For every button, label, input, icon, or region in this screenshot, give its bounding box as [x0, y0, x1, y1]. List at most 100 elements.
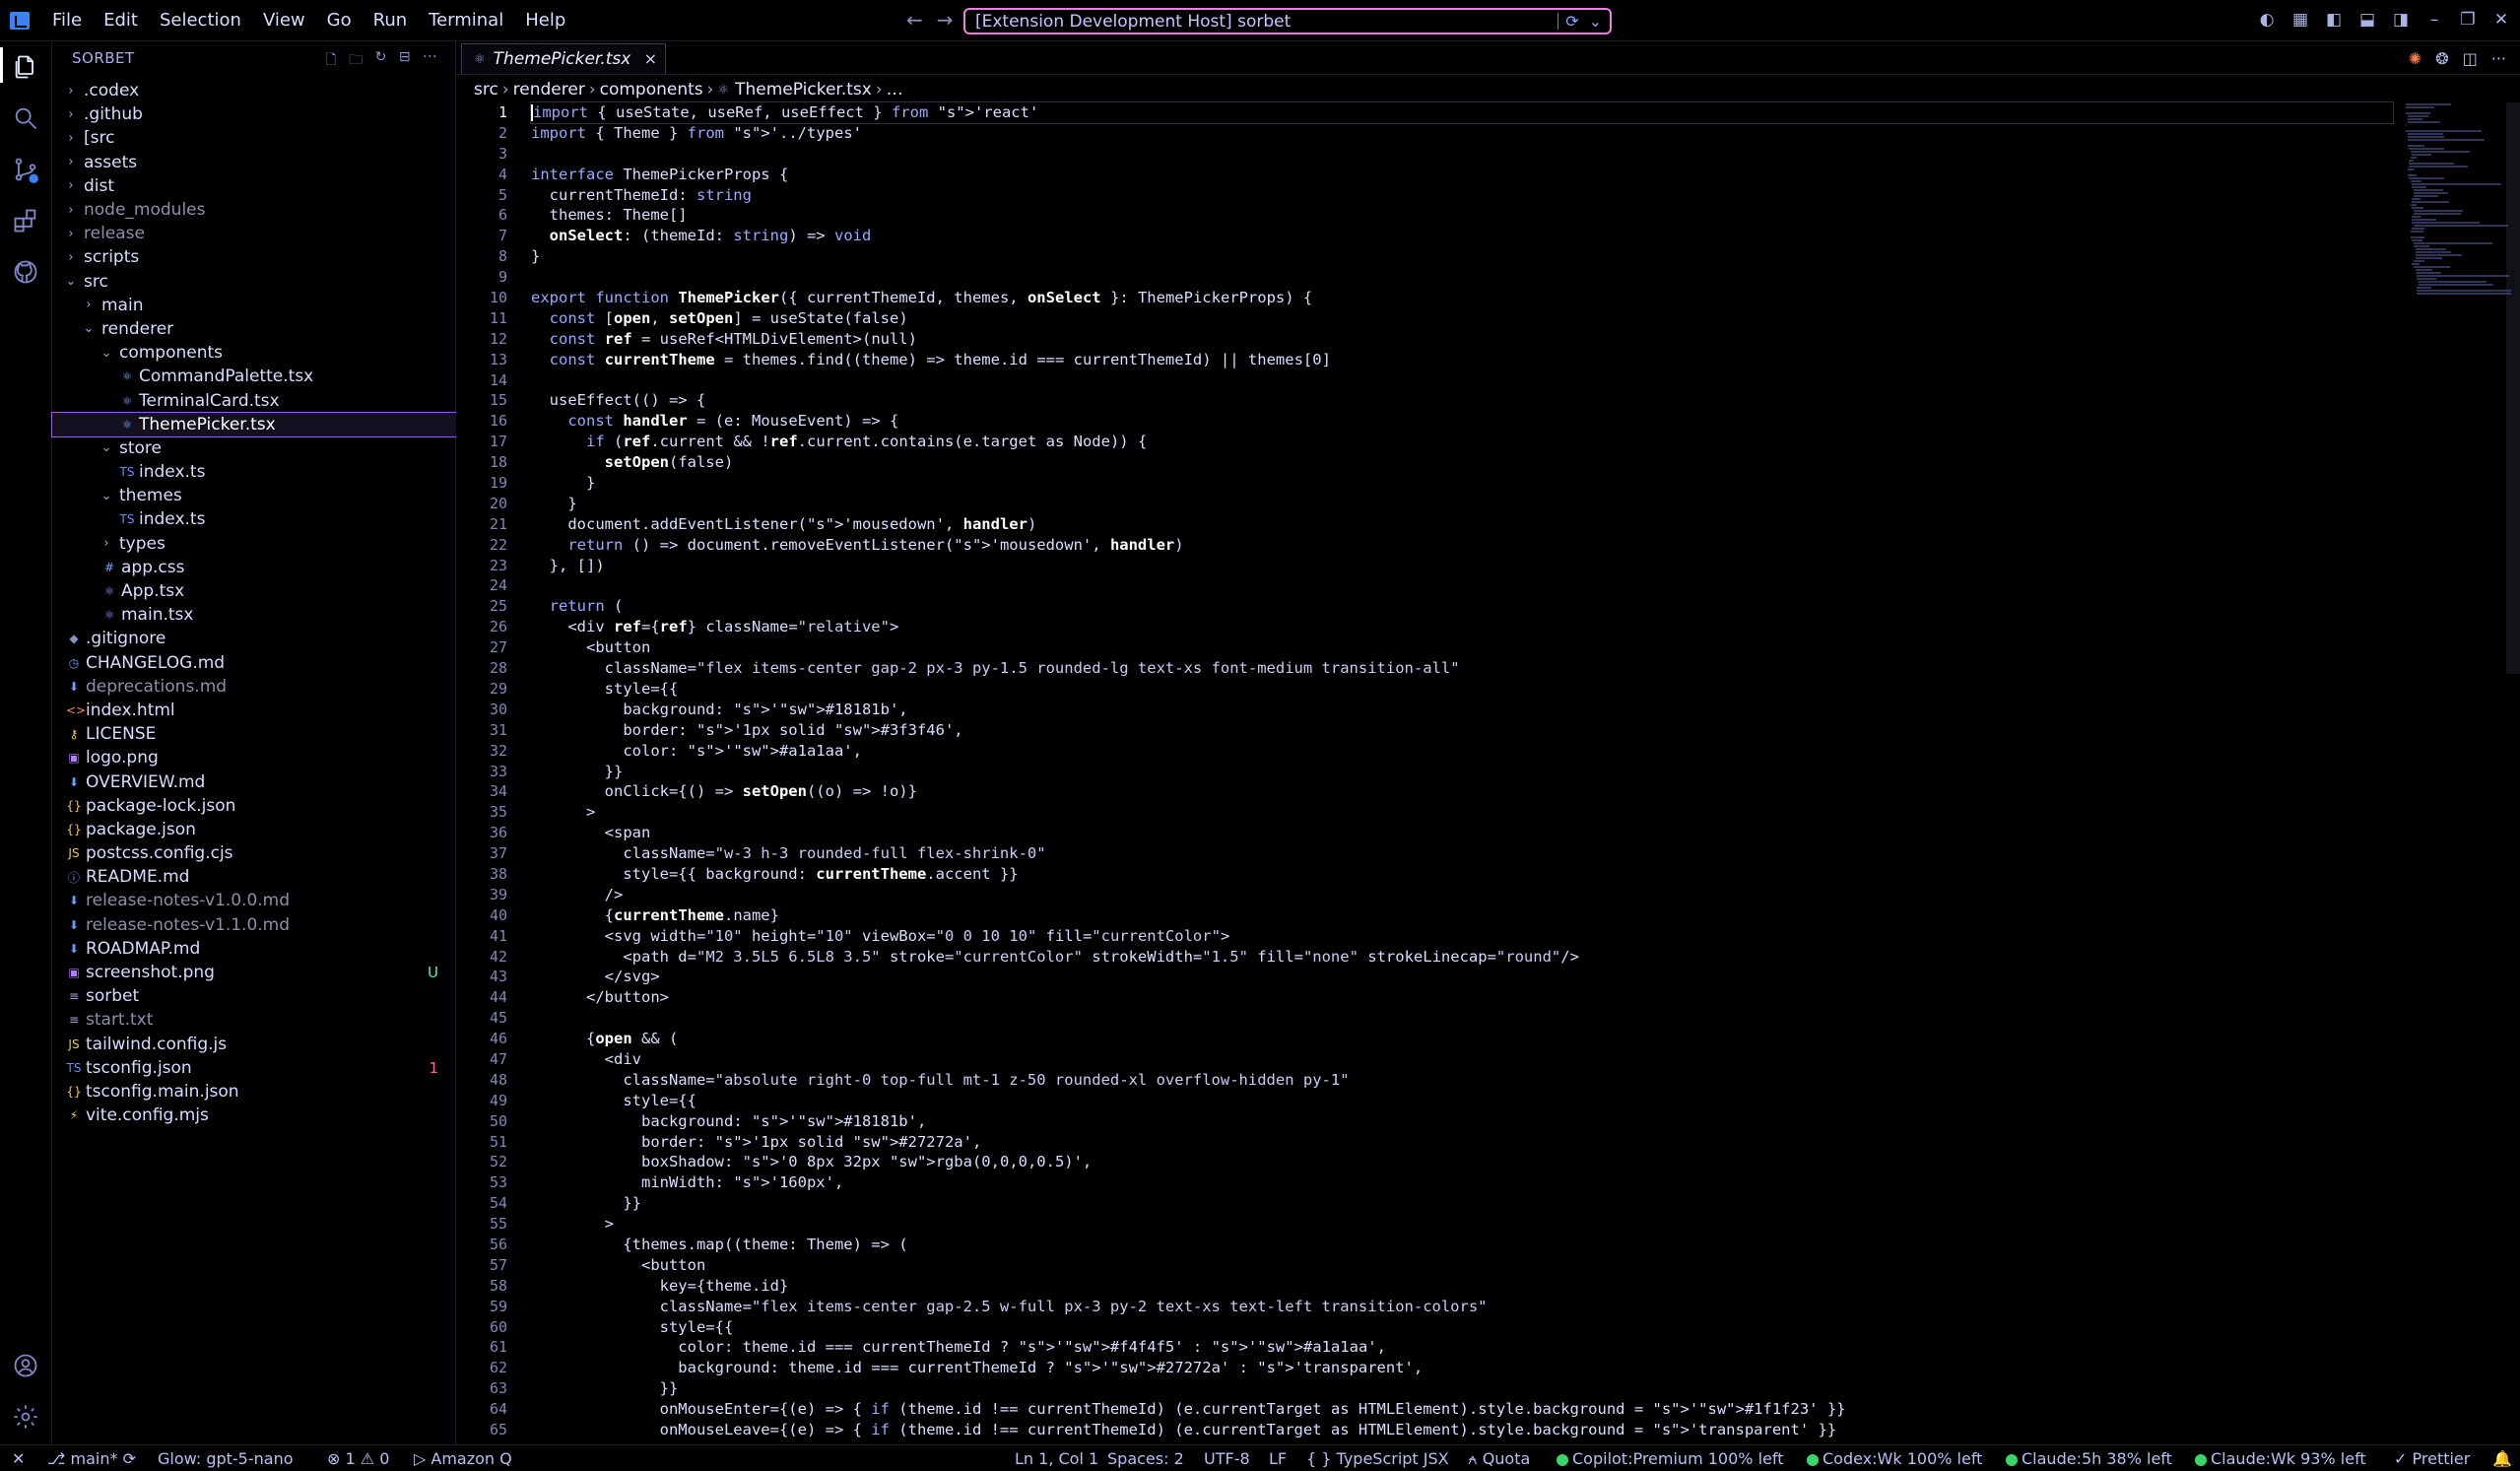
vscode-logo-icon[interactable] — [10, 11, 30, 30]
code-line[interactable] — [531, 267, 2403, 288]
code-line[interactable]: className="w-3 h-3 rounded-full flex-shr… — [531, 843, 2403, 864]
encoding-status[interactable]: UTF-8 — [1204, 1449, 1250, 1468]
code-line[interactable]: </button> — [531, 987, 2403, 1008]
code-line[interactable]: currentThemeId: string — [531, 185, 2403, 206]
code-line[interactable]: color: "s">'"sw">#a1a1aa', — [531, 741, 2403, 762]
code-line[interactable]: <button — [531, 1255, 2403, 1276]
minimize-icon[interactable]: – — [2425, 10, 2443, 30]
tree-file[interactable]: ⚛ App.tsx — [52, 579, 456, 603]
tree-folder[interactable]: › assets — [52, 151, 456, 174]
code-line[interactable]: onClick={() => setOpen((o) => !o)} — [531, 781, 2403, 802]
tree-file[interactable]: TS tsconfig.json 1 — [52, 1056, 456, 1080]
code-line[interactable]: import { useState, useRef, useEffect } f… — [530, 101, 2394, 124]
restore-icon[interactable]: ❐ — [2459, 10, 2477, 30]
codex-quota[interactable]: Codex:Wk 100% left — [1807, 1449, 1982, 1468]
tree-folder[interactable]: › types — [52, 532, 456, 556]
openai-icon[interactable]: ❂ — [2435, 49, 2448, 68]
code-line[interactable]: className="absolute right-0 top-full mt-… — [531, 1070, 2403, 1091]
refresh-icon[interactable]: ↻ — [375, 49, 387, 73]
tree-file[interactable]: {} package.json — [52, 818, 456, 841]
tree-folder[interactable]: ⌄ components — [52, 341, 456, 365]
tree-file[interactable]: ≡ start.txt — [52, 1008, 456, 1032]
accounts-toggle-icon[interactable]: ◐ — [2258, 10, 2276, 30]
code-line[interactable]: style={{ — [531, 1317, 2403, 1338]
more-actions-icon[interactable]: ··· — [423, 49, 437, 73]
code-line[interactable]: <button — [531, 637, 2403, 658]
menu-file[interactable]: File — [41, 10, 93, 31]
new-file-icon[interactable]: 🗋 — [325, 49, 337, 73]
tree-file[interactable]: ◷ CHANGELOG.md — [52, 651, 456, 675]
tree-folder[interactable]: › [src — [52, 126, 456, 150]
claude-wk-quota[interactable]: Claude:Wk 93% left — [2195, 1449, 2366, 1468]
tree-file[interactable]: ⚛ main.tsx — [52, 603, 456, 627]
code-line[interactable]: <div ref={ref} className="relative"> — [531, 617, 2403, 637]
tree-file[interactable]: ⬇ deprecations.md — [52, 675, 456, 699]
eol-status[interactable]: LF — [1269, 1449, 1287, 1468]
minimap[interactable] — [2406, 102, 2512, 295]
quota-status[interactable]: ⍲ Quota — [1468, 1449, 1530, 1469]
code-line[interactable]: return () => document.removeEventListene… — [531, 535, 2403, 556]
code-line[interactable]: const ref = useRef<HTMLDivElement>(null) — [531, 329, 2403, 350]
tree-file[interactable]: {} package-lock.json — [52, 794, 456, 818]
code-line[interactable]: background: theme.id === currentThemeId … — [531, 1358, 2403, 1378]
code-line[interactable]: style={{ — [531, 1091, 2403, 1111]
tree-folder[interactable]: › release — [52, 222, 456, 245]
code-line[interactable]: useEffect(() => { — [531, 390, 2403, 411]
toggle-panel-icon[interactable]: ⬓ — [2358, 10, 2376, 30]
copilot-icon[interactable]: ⟳ — [1565, 12, 1578, 31]
chevron-down-icon[interactable]: ⌄ — [1589, 12, 1602, 31]
cursor-position[interactable]: Ln 1, Col 1 — [1015, 1449, 1098, 1468]
menu-selection[interactable]: Selection — [149, 10, 252, 31]
tree-file[interactable]: ◆ .gitignore — [52, 627, 456, 650]
amazon-q-status[interactable]: ▷ Amazon Q — [414, 1449, 512, 1468]
tree-file[interactable]: # app.css — [52, 556, 456, 579]
tree-file[interactable]: ⚛ ThemePicker.tsx — [51, 411, 457, 437]
back-arrow-icon[interactable]: ← — [906, 8, 923, 32]
tree-file[interactable]: TS index.ts — [52, 460, 456, 484]
tree-file[interactable]: ⬇ OVERVIEW.md — [52, 769, 456, 793]
code-line[interactable]: const handler = (e: MouseEvent) => { — [531, 411, 2403, 432]
code-line[interactable]: if (ref.current && !ref.current.contains… — [531, 432, 2403, 452]
new-folder-icon[interactable]: 🗀 — [349, 49, 364, 73]
collapse-all-icon[interactable]: ⊟ — [399, 49, 411, 73]
code-line[interactable]: setOpen(false) — [531, 452, 2403, 473]
code-line[interactable]: interface ThemePickerProps { — [531, 165, 2403, 185]
code-line[interactable]: style={{ background: currentTheme.accent… — [531, 864, 2403, 885]
tree-file[interactable]: ⬇ release-notes-v1.0.0.md — [52, 889, 456, 912]
menu-help[interactable]: Help — [514, 10, 576, 31]
breadcrumb-symbol[interactable]: … — [887, 80, 903, 100]
code-line[interactable]: boxShadow: "s">'0 8px 32px "sw">rgba(0,0… — [531, 1152, 2403, 1172]
explorer-icon[interactable] — [12, 53, 39, 81]
customize-layout-icon[interactable]: ▦ — [2291, 10, 2309, 30]
tree-folder[interactable]: › .github — [52, 102, 456, 126]
close-window-icon[interactable]: ✕ — [2492, 10, 2510, 30]
claude-5h-quota[interactable]: Claude:5h 38% left — [2006, 1449, 2172, 1468]
tree-folder[interactable]: ⌄ src — [52, 270, 456, 294]
tree-folder[interactable]: › dist — [52, 174, 456, 198]
code-line[interactable] — [531, 575, 2403, 596]
tab-themepicker[interactable]: ⚛ ThemePicker.tsx × — [461, 43, 666, 74]
extensions-icon[interactable] — [12, 207, 39, 234]
tree-folder[interactable]: ⌄ themes — [52, 484, 456, 507]
source-control-icon[interactable] — [12, 156, 39, 183]
code-line[interactable]: onMouseEnter={(e) => { if (theme.id !== … — [531, 1399, 2403, 1420]
breadcrumb-renderer[interactable]: renderer — [513, 80, 585, 100]
code-line[interactable]: className="flex items-center gap-2.5 w-f… — [531, 1297, 2403, 1317]
menu-view[interactable]: View — [252, 10, 316, 31]
prettier-status[interactable]: ✓ Prettier — [2394, 1449, 2470, 1468]
code-line[interactable]: export function ThemePicker({ currentThe… — [531, 288, 2403, 308]
code-line[interactable]: color: theme.id === currentThemeId ? "s"… — [531, 1337, 2403, 1358]
code-line[interactable]: const [open, setOpen] = useState(false) — [531, 308, 2403, 329]
language-mode[interactable]: { } TypeScript JSX — [1306, 1449, 1449, 1468]
tree-folder[interactable]: › main — [52, 294, 456, 317]
copilot-quota[interactable]: Copilot:Premium 100% left — [1557, 1449, 1783, 1468]
code-line[interactable]: <svg width="10" height="10" viewBox="0 0… — [531, 926, 2403, 947]
code-line[interactable]: > — [531, 1214, 2403, 1235]
code-editor[interactable]: 1 2 3 4 5 6 7 8 9 10 11 12 13 14 15 16 17 18 19 20 21 22 23 24 2… — [456, 101, 2520, 1444]
code-line[interactable]: {themes.map((theme: Theme) => ( — [531, 1235, 2403, 1255]
code-line[interactable]: document.addEventListener("s">'mousedown… — [531, 514, 2403, 535]
claude-icon[interactable]: ✺ — [2409, 49, 2421, 68]
code-line[interactable]: }} — [531, 762, 2403, 782]
code-line[interactable]: border: "s">'1px solid "sw">#3f3f46', — [531, 720, 2403, 741]
tree-file[interactable]: ⚷ LICENSE — [52, 722, 456, 746]
